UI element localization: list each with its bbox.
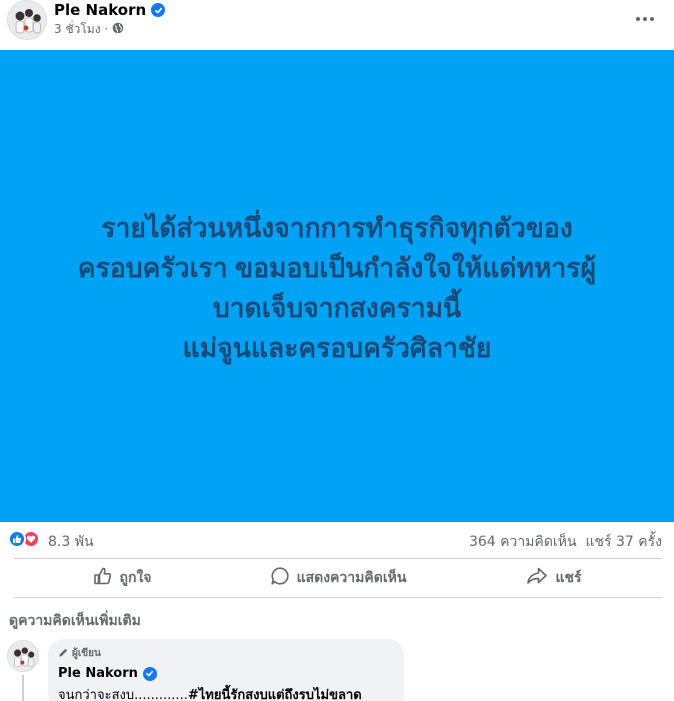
share-count[interactable]: แชร์ 37 ครั้ง [586,531,662,553]
like-icon [93,566,113,590]
post-text-line: แม่จูนและครอบครัวศิลาชัย [182,333,492,363]
reaction-count[interactable]: 8.3 พัน [48,531,94,553]
author-badge-label: ผู้เขียน [72,648,101,659]
comment-author-name[interactable]: Ple Nakorn [58,666,138,681]
comment-text-body: จนกว่าจะสงบ............. [58,688,188,701]
reaction-icons[interactable] [8,530,40,548]
post-text-background[interactable]: รายได้ส่วนหนึ่งจากการทำธุรกิจทุกตัวของ ค… [0,50,674,522]
verified-badge-icon [151,3,166,17]
post-meta: 3 ชั่วโมง · [54,20,124,39]
comment-hashtag[interactable]: #ไทยนี้รักสงบแต่ถึงรบไม่ขลาด [188,688,362,701]
author-badge-icon [58,647,69,661]
like-icon [8,530,26,548]
comment-author[interactable]: Ple Nakorn [58,666,394,681]
verified-badge-icon [142,666,157,681]
comment-text: จนกว่าจะสงบ.............#ไทยนี้รักสงบแต่… [58,684,394,701]
like-button[interactable]: ถูกใจ [14,559,230,597]
post-text-line: บาดเจ็บจากสงครามนี้ [212,293,462,323]
comment-button-label: แสดงความคิดเห็น [296,570,407,586]
like-button-label: ถูกใจ [119,570,152,586]
post-text-line: รายได้ส่วนหนึ่งจากการทำธุรกิจทุกตัวของ [101,213,573,243]
reactions-bar: 8.3 พัน 364 ความคิดเห็น แชร์ 37 ครั้ง [0,522,674,558]
post-stats: 364 ความคิดเห็น แชร์ 37 ครั้ง [469,531,662,553]
comment-bubble: ผู้เขียน Ple Nakorn จนกว่าจะสงบ.........… [48,639,404,701]
post-text: รายได้ส่วนหนึ่งจากการทำธุรกิจทุกตัวของ ค… [78,208,596,368]
author-badge: ผู้เขียน [58,646,394,661]
post-text-line: ครอบครัวเรา ขอมอบเป็นกำลังใจให้แด่ทหารผู… [77,253,597,283]
share-button[interactable]: แชร์ [446,559,662,597]
share-icon [526,566,548,590]
share-button-label: แชร์ [555,570,582,586]
more-options-icon[interactable] [630,4,660,34]
comment-icon [270,566,290,590]
comment-author-avatar[interactable] [7,640,39,672]
divider [14,597,662,598]
comment-count[interactable]: 364 ความคิดเห็น [469,531,577,553]
view-more-comments-link[interactable]: ดูความคิดเห็นเพิ่มเติม [9,610,141,632]
comment-thread-line [22,675,24,701]
post-time[interactable]: 3 ชั่วโมง · [54,20,108,39]
post-author[interactable]: Ple Nakorn [54,1,166,19]
globe-icon [112,22,124,37]
post-actions: ถูกใจ แสดงความคิดเห็น แชร์ [14,559,662,597]
comment-button[interactable]: แสดงความคิดเห็น [230,559,446,597]
author-avatar[interactable] [7,0,47,40]
post-header: Ple Nakorn 3 ชั่วโมง · [0,0,674,50]
post-author-name[interactable]: Ple Nakorn [54,1,146,19]
